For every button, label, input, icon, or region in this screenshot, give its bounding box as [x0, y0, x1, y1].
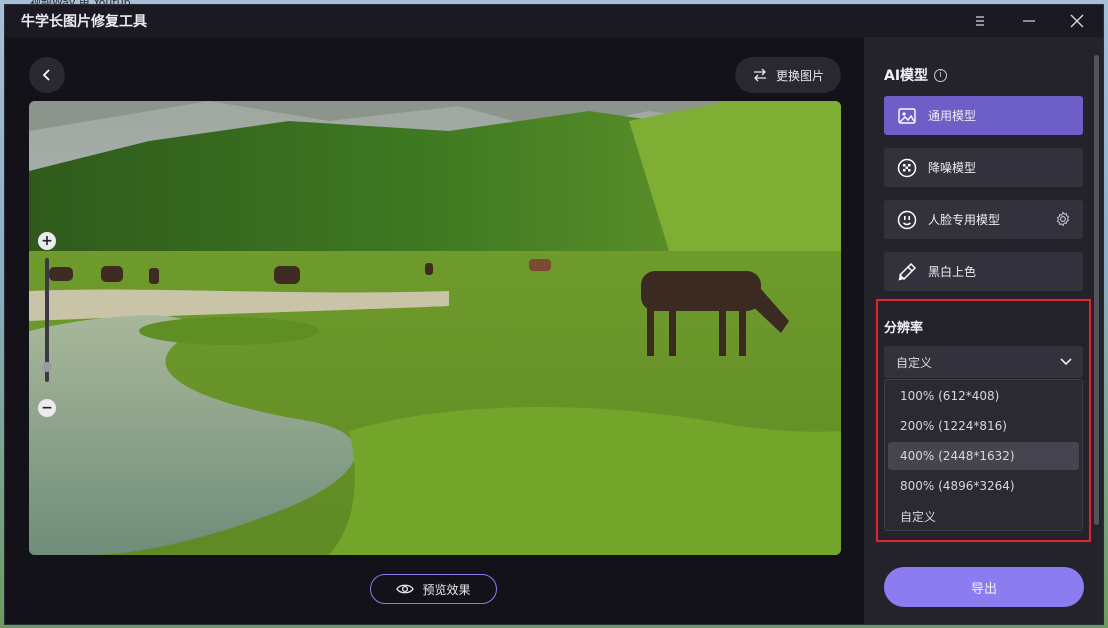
resolution-option[interactable]: 200% (1224*816) — [888, 412, 1079, 440]
model-denoise-button[interactable]: 降噪模型 — [884, 148, 1083, 187]
resolution-option[interactable]: 100% (612*408) — [888, 382, 1079, 410]
export-label: 导出 — [970, 581, 997, 597]
minimize-icon[interactable] — [1012, 5, 1046, 37]
zoom-slider[interactable]: + − — [38, 232, 56, 417]
preview-label: 预览效果 — [422, 582, 471, 597]
menu-icon[interactable] — [963, 5, 997, 37]
gear-icon[interactable] — [1055, 211, 1071, 227]
zoom-handle[interactable] — [42, 362, 52, 372]
model-colorize-button[interactable]: 黑白上色 — [884, 252, 1083, 291]
resolution-select-value: 自定义 — [896, 355, 933, 370]
chevron-left-icon — [42, 69, 50, 81]
resolution-option[interactable]: 400% (2448*1632) — [888, 442, 1079, 470]
model-label: 降噪模型 — [928, 161, 977, 175]
preview-button[interactable]: 预览效果 — [370, 574, 497, 604]
panel-scrollbar[interactable] — [1094, 55, 1099, 525]
resolution-heading: 分辨率 — [884, 321, 924, 336]
app-title: 牛学长图片修复工具 — [21, 14, 147, 30]
settings-panel: AI模型 i 通用模型 降噪模型 人脸专用模型 黑白上色 分辨率 自定义 100… — [864, 37, 1103, 624]
title-bar: 牛学长图片修复工具 — [5, 5, 1103, 37]
model-general-button[interactable]: 通用模型 — [884, 96, 1083, 135]
denoise-icon — [896, 157, 918, 179]
resolution-dropdown: 100% (612*408) 200% (1224*816) 400% (244… — [884, 379, 1083, 531]
export-button[interactable]: 导出 — [884, 567, 1084, 607]
landscape-photo — [29, 101, 841, 555]
resolution-option[interactable]: 800% (4896*3264) — [888, 472, 1079, 500]
replace-image-label: 更换图片 — [775, 68, 824, 83]
model-label: 通用模型 — [928, 109, 977, 123]
close-icon[interactable] — [1060, 5, 1094, 37]
back-button[interactable] — [29, 57, 65, 93]
ai-model-title: AI模型 — [884, 68, 929, 84]
swap-icon — [753, 68, 766, 82]
model-label: 人脸专用模型 — [928, 213, 1001, 227]
resolution-option[interactable]: 自定义 — [888, 502, 1079, 530]
ai-model-heading: AI模型 i — [884, 65, 948, 85]
image-workspace: 更换图片 + − 预览效果 — [5, 37, 864, 624]
chevron-down-icon — [1060, 358, 1072, 366]
replace-image-button[interactable]: 更换图片 — [735, 57, 841, 93]
model-face-button[interactable]: 人脸专用模型 — [884, 200, 1083, 239]
eye-icon — [396, 584, 415, 594]
zoom-out-button[interactable]: − — [38, 399, 56, 417]
model-label: 黑白上色 — [928, 265, 977, 279]
face-icon — [896, 209, 918, 231]
app-window: 牛学长图片修复工具 更换图片 + − 预览效果 AI模型 i 通用模型 降噪模型… — [4, 4, 1104, 625]
image-icon — [896, 105, 918, 127]
colorize-icon — [896, 261, 918, 283]
zoom-in-button[interactable]: + — [38, 232, 56, 250]
info-icon[interactable]: i — [934, 68, 948, 82]
resolution-select[interactable]: 自定义 — [884, 346, 1083, 378]
